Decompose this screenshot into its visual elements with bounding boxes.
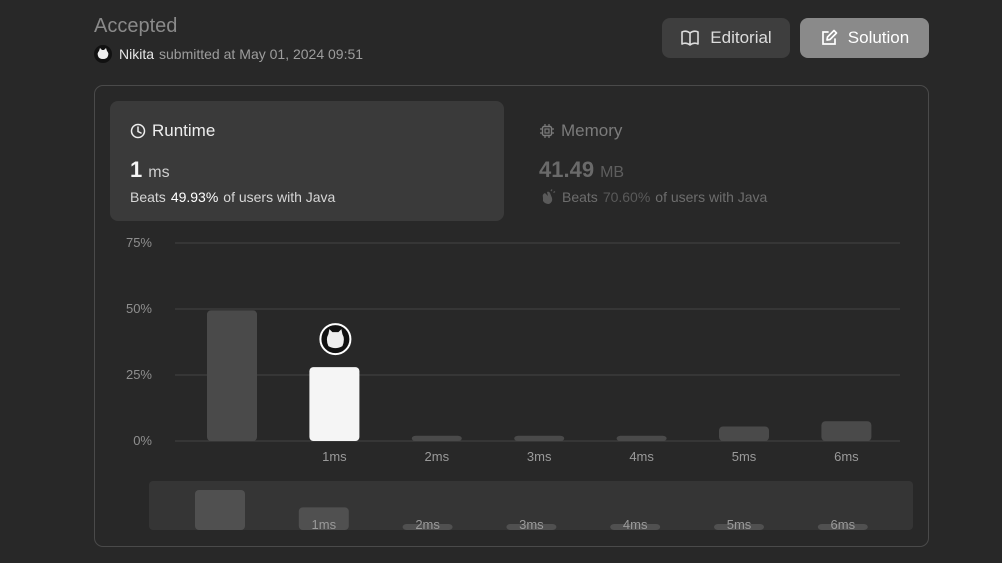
y-tick-label: 50% <box>126 301 152 316</box>
x-tick-label: 1ms <box>322 449 347 464</box>
bar[interactable] <box>719 426 769 441</box>
mini-x-label: 3ms <box>519 517 544 532</box>
bar[interactable] <box>616 435 667 441</box>
x-tick-label: 2ms <box>425 449 450 464</box>
bar[interactable] <box>514 435 565 441</box>
x-tick-label: 3ms <box>527 449 552 464</box>
mini-x-label: 6ms <box>831 517 856 532</box>
x-tick-label: 6ms <box>834 449 859 464</box>
y-tick-label: 25% <box>126 367 152 382</box>
mini-x-label: 5ms <box>727 517 752 532</box>
x-tick-label: 4ms <box>629 449 654 464</box>
mini-x-label: 1ms <box>312 517 337 532</box>
y-tick-label: 0% <box>133 433 152 448</box>
runtime-distribution-chart[interactable]: 0% 25% 50% 75% 1ms 2ms 3ms 4ms 5ms 6ms 1ms 2ms 3ms 4m… <box>0 0 1002 563</box>
mini-x-label: 2ms <box>415 517 440 532</box>
y-tick-label: 75% <box>126 235 152 250</box>
selected-bar[interactable] <box>309 367 360 441</box>
bar[interactable] <box>207 310 257 441</box>
mini-bar <box>195 490 245 530</box>
mini-x-label: 4ms <box>623 517 648 532</box>
bar[interactable] <box>821 421 872 441</box>
x-tick-label: 5ms <box>732 449 757 464</box>
bar[interactable] <box>411 435 462 441</box>
